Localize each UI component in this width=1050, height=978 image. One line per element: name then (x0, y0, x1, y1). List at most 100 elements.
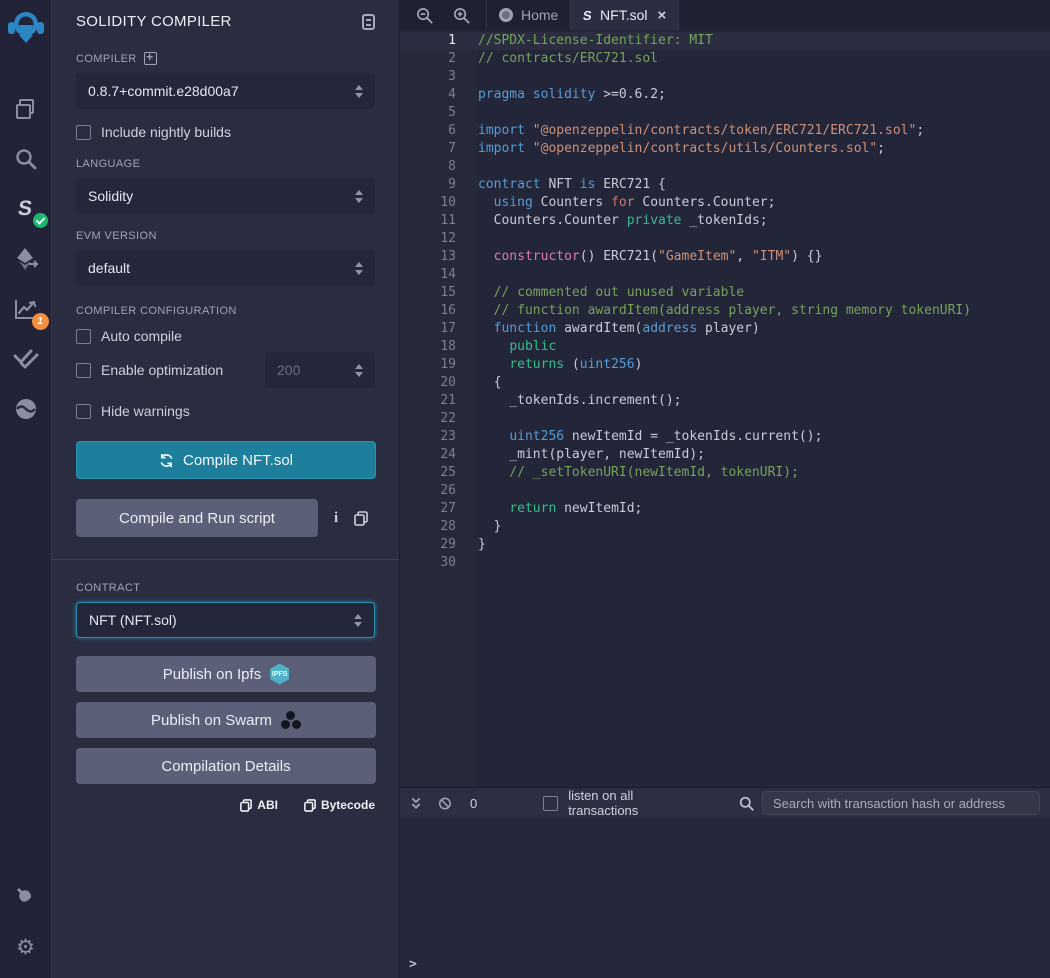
code-line: 27 return newItemId; (400, 500, 1050, 518)
clear-terminal-icon[interactable] (438, 796, 452, 811)
zoom-in-icon[interactable] (453, 7, 470, 24)
line-number: 6 (400, 122, 478, 140)
line-number: 14 (400, 266, 478, 284)
info-icon[interactable]: i (334, 510, 338, 527)
line-number: 26 (400, 482, 478, 500)
nightly-builds-checkbox[interactable] (76, 125, 91, 140)
line-number: 4 (400, 86, 478, 104)
terminal-prompt: > (409, 957, 1041, 972)
gear-icon: ⚙ (16, 935, 35, 959)
add-compiler-icon[interactable] (144, 52, 157, 65)
line-number: 22 (400, 410, 478, 428)
code-lines: 1//SPDX-License-Identifier: MIT2// contr… (400, 32, 1050, 572)
line-content: // commented out unused variable (478, 284, 744, 302)
code-line: 22 (400, 410, 1050, 428)
sidebar-item-solidity-compiler[interactable]: S (0, 186, 52, 232)
evm-version-select[interactable]: default (76, 250, 375, 286)
line-number: 18 (400, 338, 478, 356)
code-line: 26 (400, 482, 1050, 500)
panel-title: SOLIDITY COMPILER (76, 13, 232, 30)
listen-transactions-checkbox[interactable] (543, 796, 558, 811)
code-line: 18 public (400, 338, 1050, 356)
publish-ipfs-button[interactable]: Publish on Ipfs IPFS (76, 656, 376, 692)
line-content: _tokenIds.increment(); (478, 392, 682, 410)
copy-bytecode-button[interactable]: Bytecode (304, 798, 375, 812)
hide-warnings-checkbox[interactable] (76, 404, 91, 419)
line-content: } (478, 518, 501, 536)
code-line: 15 // commented out unused variable (400, 284, 1050, 302)
compile-button[interactable]: Compile NFT.sol (76, 441, 376, 479)
line-number: 1 (400, 32, 478, 50)
code-line: 9contract NFT is ERC721 { (400, 176, 1050, 194)
code-line: 2// contracts/ERC721.sol (400, 50, 1050, 68)
sourcify-icon (14, 397, 38, 421)
line-content: uint256 newItemId = _tokenIds.current(); (478, 428, 822, 446)
line-number: 13 (400, 248, 478, 266)
code-line: 28 } (400, 518, 1050, 536)
sidebar-item-analytics[interactable]: 1 (0, 286, 52, 332)
line-number: 28 (400, 518, 478, 536)
copy-abi-button[interactable]: ABI (240, 798, 278, 812)
chevron-updown-icon (355, 85, 363, 98)
contract-select[interactable]: NFT (NFT.sol) (76, 602, 375, 638)
enable-optimization-checkbox[interactable] (76, 363, 91, 378)
transaction-search-input[interactable] (762, 791, 1040, 815)
copy-icon[interactable] (354, 511, 368, 526)
line-number: 11 (400, 212, 478, 230)
copy-icon (240, 799, 252, 812)
line-number: 16 (400, 302, 478, 320)
code-line: 14 (400, 266, 1050, 284)
code-line: 16 // function awardItem(address player,… (400, 302, 1050, 320)
collapse-terminal-icon[interactable] (410, 796, 422, 810)
code-editor[interactable]: 1//SPDX-License-Identifier: MIT2// contr… (400, 30, 1050, 787)
sidebar-item-file-explorer[interactable] (0, 86, 52, 132)
auto-compile-checkbox[interactable] (76, 329, 91, 344)
code-line: 25 // _setTokenURI(newItemId, tokenURI); (400, 464, 1050, 482)
optimization-runs-input[interactable]: 200 (265, 352, 375, 388)
line-number: 21 (400, 392, 478, 410)
terminal-output[interactable]: > (400, 818, 1050, 978)
sidebar-item-plugin-manager[interactable] (0, 874, 52, 920)
remix-logo[interactable] (0, 0, 52, 54)
hide-warnings-label: Hide warnings (101, 403, 190, 419)
chevron-updown-icon (355, 364, 363, 377)
compiler-label: COMPILER (76, 53, 137, 65)
compile-and-run-button[interactable]: Compile and Run script (76, 499, 318, 537)
compilation-details-button[interactable]: Compilation Details (76, 748, 376, 784)
ipfs-logo-icon: IPFS (270, 664, 289, 685)
sidebar-item-unit-testing[interactable] (0, 336, 52, 382)
solidity-compiler-panel: SOLIDITY COMPILER COMPILER 0.8.7+commit.… (52, 0, 400, 978)
solidity-file-icon: S (582, 8, 593, 23)
sidebar-item-sourcify[interactable] (0, 386, 52, 432)
sidebar-item-deploy-run[interactable] (0, 236, 52, 282)
search-icon (739, 796, 754, 811)
line-number: 24 (400, 446, 478, 464)
sidebar-item-search[interactable] (0, 136, 52, 182)
line-number: 8 (400, 158, 478, 176)
line-number: 17 (400, 320, 478, 338)
plug-icon (14, 885, 38, 909)
terminal-toolbar: 0 listen on all transactions (400, 788, 1050, 818)
tab-home[interactable]: Home (486, 0, 571, 30)
publish-swarm-button[interactable]: Publish on Swarm (76, 702, 376, 738)
tab-nft-sol[interactable]: S NFT.sol × (571, 0, 679, 30)
chevron-updown-icon (354, 614, 362, 627)
code-line: 24 _mint(player, newItemId); (400, 446, 1050, 464)
documentation-icon[interactable] (362, 14, 375, 30)
compiler-version-select[interactable]: 0.8.7+commit.e28d00a7 (76, 73, 375, 109)
language-select[interactable]: Solidity (76, 178, 375, 214)
sidebar-item-settings[interactable]: ⚙ (0, 924, 52, 970)
icon-sidebar: S 1 (0, 0, 52, 978)
code-line: 20 { (400, 374, 1050, 392)
enable-optimization-label: Enable optimization (101, 362, 223, 378)
code-line: 21 _tokenIds.increment(); (400, 392, 1050, 410)
line-number: 10 (400, 194, 478, 212)
close-tab-icon[interactable]: × (657, 7, 666, 24)
search-icon (14, 147, 38, 171)
double-check-icon (12, 348, 40, 370)
nightly-builds-label: Include nightly builds (101, 124, 231, 140)
code-line: 23 uint256 newItemId = _tokenIds.current… (400, 428, 1050, 446)
zoom-out-icon[interactable] (416, 7, 433, 24)
line-content: import "@openzeppelin/contracts/token/ER… (478, 122, 924, 140)
line-content: public (478, 338, 556, 356)
